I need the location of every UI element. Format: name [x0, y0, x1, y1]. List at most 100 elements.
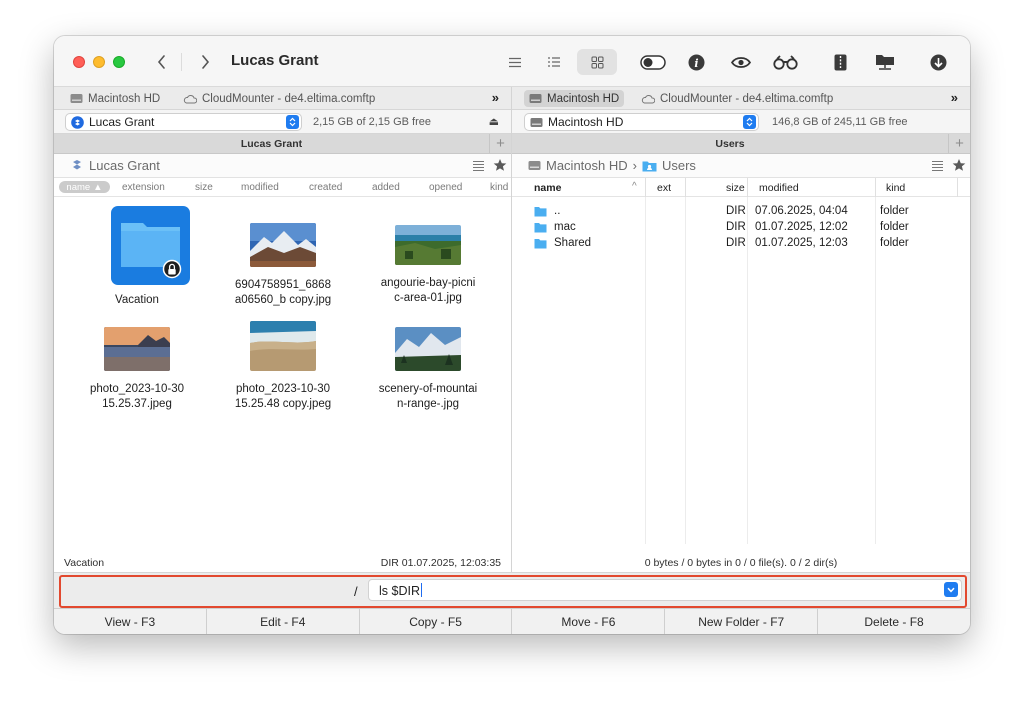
column-added[interactable]: added [372, 182, 400, 193]
menu-icon[interactable] [931, 160, 944, 171]
left-volume-select[interactable]: Lucas Grant [65, 113, 302, 131]
folder-icon [534, 239, 547, 249]
left-tabs-overflow-button[interactable]: » [492, 90, 499, 105]
left-tabs-bar: Macintosh HD CloudMounter - de4.eltima.c… [54, 87, 511, 110]
left-path-bar: Lucas Grant [54, 154, 511, 178]
right-new-tab-button[interactable]: + [948, 134, 970, 153]
left-status-selection: Vacation [64, 557, 105, 569]
column-modified[interactable]: modified [759, 182, 799, 194]
file-name: 6904758951_6868 a06560_b copy.jpg [234, 279, 332, 306]
file-row[interactable]: Shared DIR 01.07.2025, 12:03 folder [512, 236, 970, 252]
network-folder-icon [876, 55, 894, 70]
drive-icon [529, 94, 542, 103]
grid-item-image[interactable]: photo_2023-10-30 15.25.48 copy.jpeg [213, 315, 353, 412]
left-free-space: 2,15 GB of 2,15 GB free [313, 116, 432, 128]
tab-label: CloudMounter - de4.eltima.comftp [202, 92, 376, 105]
column-ext[interactable]: ext [657, 182, 671, 194]
menu-icon[interactable] [472, 160, 485, 171]
close-window-button[interactable] [73, 56, 85, 68]
drive-icon [70, 94, 83, 103]
minimize-window-button[interactable] [93, 56, 105, 68]
file-name: photo_2023-10-30 15.25.48 copy.jpeg [234, 383, 332, 410]
column-modified[interactable]: modified [241, 182, 279, 193]
right-breadcrumb: Macintosh HD › Users [528, 158, 696, 173]
volume-label: Macintosh HD [548, 115, 624, 129]
tab-label: Macintosh HD [88, 92, 161, 105]
breadcrumb-item[interactable]: Users [662, 158, 696, 173]
grid-item-image[interactable]: scenery-of-mountai n-range-.jpg [358, 315, 498, 412]
left-icon-grid: Vacation 6904758951_6868 a06560_b copy.j… [54, 197, 511, 544]
menu-button[interactable] [505, 49, 525, 75]
dropbox-user-icon [73, 160, 81, 170]
left-pane-title-bar: Lucas Grant + [54, 134, 511, 154]
command-history-dropdown[interactable] [944, 582, 958, 597]
view-f3-button[interactable]: View - F3 [54, 609, 207, 634]
column-divider [645, 178, 646, 197]
file-row[interactable]: mac DIR 01.07.2025, 12:02 folder [512, 220, 970, 236]
star-icon[interactable] [493, 158, 507, 172]
column-created[interactable]: created [309, 182, 342, 193]
delete-f8-button[interactable]: Delete - F8 [818, 609, 970, 634]
back-button[interactable] [150, 50, 172, 74]
right-status-info: 0 bytes / 0 bytes in 0 / 0 file(s). 0 / … [644, 557, 838, 569]
right-tabs-overflow-button[interactable]: » [951, 90, 958, 105]
grid-item-image[interactable]: angourie-bay-picni c-area-01.jpg [358, 197, 498, 306]
column-kind[interactable]: kind [490, 182, 508, 193]
icon-view-button[interactable] [577, 49, 617, 75]
right-tab-macintosh-hd[interactable]: Macintosh HD [524, 90, 625, 107]
grid-item-image[interactable]: 6904758951_6868 a06560_b copy.jpg [213, 197, 353, 308]
column-size[interactable]: size [195, 182, 213, 193]
command-input[interactable]: ls $DIR [368, 579, 962, 601]
download-button[interactable] [928, 49, 948, 75]
archive-button[interactable] [831, 49, 849, 75]
search-button[interactable] [771, 49, 799, 75]
column-divider [685, 178, 686, 197]
left-new-tab-button[interactable]: + [489, 134, 511, 153]
list-view-button[interactable] [541, 49, 567, 75]
copy-f5-button[interactable]: Copy - F5 [360, 609, 513, 634]
breadcrumb-item[interactable]: Macintosh HD [546, 158, 628, 173]
eject-button[interactable]: ⏏ [489, 115, 499, 128]
hidden-files-toggle[interactable] [639, 49, 667, 75]
breadcrumb-item[interactable]: Lucas Grant [89, 158, 160, 173]
file-name: angourie-bay-picni c-area-01.jpg [380, 277, 476, 304]
preview-button[interactable] [729, 49, 753, 75]
folder-icon [121, 223, 182, 279]
move-f6-button[interactable]: Move - F6 [512, 609, 666, 634]
left-tab-macintosh-hd[interactable]: Macintosh HD [65, 90, 165, 107]
grid-item-folder[interactable]: Vacation [67, 197, 207, 312]
forward-button[interactable] [194, 50, 216, 74]
edit-f4-button[interactable]: Edit - F4 [207, 609, 360, 634]
column-name-sorted[interactable]: name ▲ [59, 181, 110, 193]
column-opened[interactable]: opened [429, 182, 462, 193]
left-breadcrumb: Lucas Grant [70, 158, 160, 173]
image-thumbnail-mountain-range-icon [395, 327, 461, 371]
column-name[interactable]: name [534, 182, 561, 194]
new-folder-f7-button[interactable]: New Folder - F7 [665, 609, 819, 634]
image-thumbnail-bay-icon [395, 225, 461, 265]
column-size[interactable]: size [726, 182, 745, 194]
zoom-window-button[interactable] [113, 56, 125, 68]
tab-label: CloudMounter - de4.eltima.comftp [660, 92, 834, 105]
toolbar: Lucas Grant i [54, 36, 970, 87]
file-kind: folder [880, 237, 909, 249]
command-text: ls $DIR [379, 584, 420, 598]
left-status-bar: Vacation DIR 01.07.2025, 12:03:35 [54, 544, 511, 572]
right-tab-cloudmounter[interactable]: CloudMounter - de4.eltima.comftp [636, 90, 838, 107]
right-pane: Macintosh HD CloudMounter - de4.eltima.c… [512, 87, 970, 572]
info-button[interactable]: i [686, 49, 706, 75]
network-connect-button[interactable] [873, 49, 897, 75]
column-extension[interactable]: extension [122, 182, 165, 193]
column-kind[interactable]: kind [886, 182, 905, 194]
star-icon[interactable] [952, 158, 966, 172]
grid-item-image[interactable]: photo_2023-10-30 15.25.37.jpeg [67, 315, 207, 412]
cloud-icon [183, 94, 197, 103]
column-divider [747, 178, 748, 197]
right-columns-header: name ^ ext size modified kind [512, 178, 970, 197]
file-row[interactable]: .. DIR 07.06.2025, 04:04 folder [512, 204, 970, 220]
left-tab-cloudmounter[interactable]: CloudMounter - de4.eltima.comftp [178, 90, 380, 107]
nav-separator [181, 53, 182, 71]
image-thumbnail-mountain-icon [250, 223, 316, 267]
command-line-bar: / ls $DIR [54, 572, 970, 608]
right-volume-select[interactable]: Macintosh HD [524, 113, 759, 131]
